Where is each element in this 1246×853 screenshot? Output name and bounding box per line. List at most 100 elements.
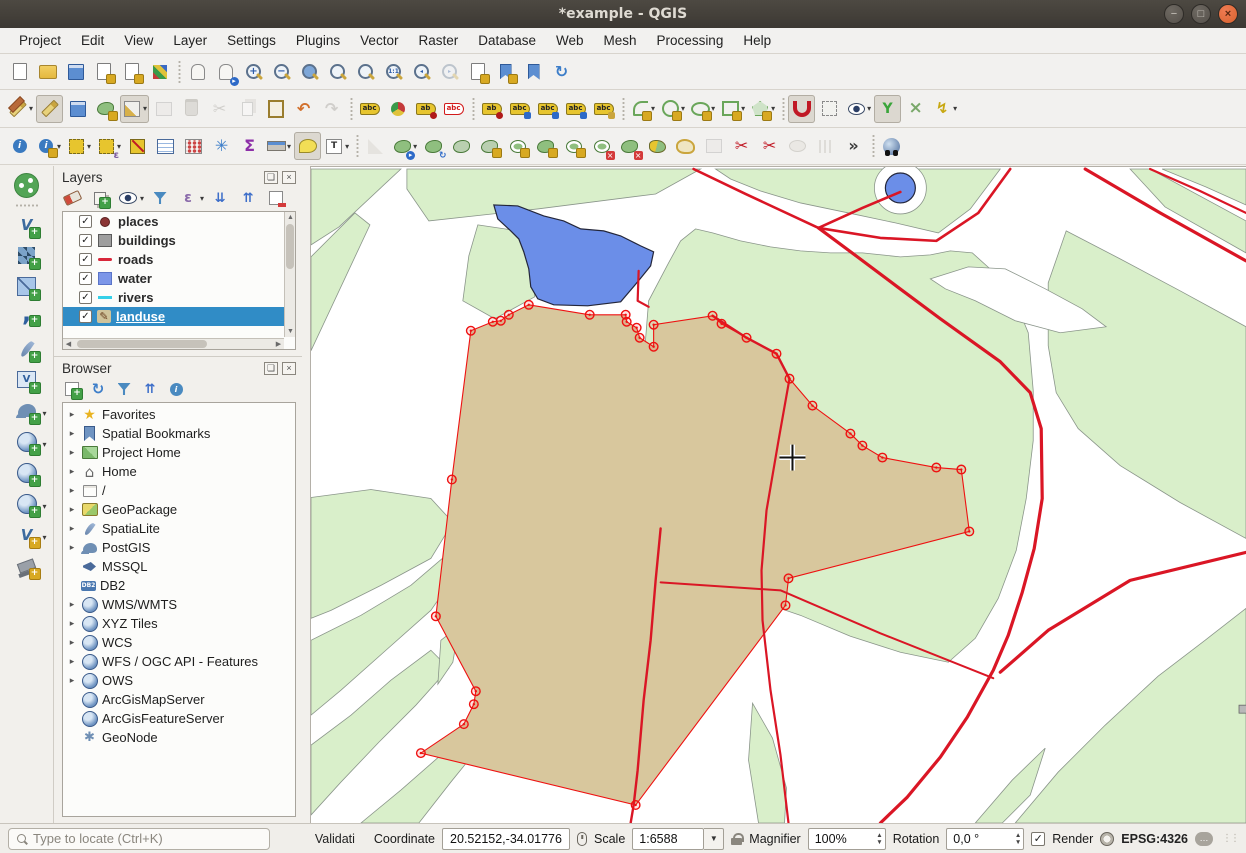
menu-help[interactable]: Help bbox=[734, 30, 780, 51]
change-label-properties-button[interactable]: abc bbox=[590, 95, 617, 123]
show-layout-manager-button[interactable] bbox=[118, 58, 145, 86]
browser-item-project-home[interactable]: ▸ Project Home bbox=[63, 443, 295, 462]
field-calculator-button[interactable] bbox=[180, 132, 207, 160]
open-layer-styling-button[interactable] bbox=[62, 189, 82, 207]
coordinate-input[interactable]: 20.52152,-34.01776 bbox=[442, 828, 570, 850]
add-circle-button[interactable]: ▾ bbox=[658, 95, 687, 123]
menu-processing[interactable]: Processing bbox=[648, 30, 733, 51]
fill-ring-button[interactable] bbox=[560, 132, 587, 160]
zoom-full-button[interactable] bbox=[296, 58, 323, 86]
text-annotation-button[interactable]: ▾ bbox=[322, 132, 351, 160]
browser-item-arcgisfeatureserver[interactable]: ArcGisFeatureServer bbox=[63, 709, 295, 728]
layer-labeling-button[interactable]: abc bbox=[356, 95, 383, 123]
collapse-all-browser-button[interactable]: ⇈ bbox=[140, 380, 160, 398]
refresh-browser-button[interactable]: ↻ bbox=[88, 380, 108, 398]
menu-view[interactable]: View bbox=[115, 30, 162, 51]
browser-item-spatial-bookmarks[interactable]: ▸ Spatial Bookmarks bbox=[63, 424, 295, 443]
scroll-right-icon[interactable]: ▶ bbox=[273, 339, 284, 350]
add-vector-layer-button[interactable]: V bbox=[5, 209, 49, 240]
expand-arrow-icon[interactable]: ▸ bbox=[67, 447, 77, 458]
expand-arrow-icon[interactable]: ▸ bbox=[67, 542, 77, 553]
copy-features-button[interactable] bbox=[234, 95, 261, 123]
menu-database[interactable]: Database bbox=[469, 30, 545, 51]
expand-arrow-icon[interactable]: ▸ bbox=[67, 428, 77, 439]
scale-input[interactable]: 1:6588 bbox=[632, 828, 704, 850]
scrollbar-thumb[interactable] bbox=[77, 340, 207, 348]
add-wcs-layer-button[interactable] bbox=[5, 457, 49, 488]
spin-arrows-icon[interactable]: ▲▼ bbox=[1015, 830, 1021, 848]
map-svg[interactable] bbox=[311, 167, 1246, 823]
close-button[interactable]: × bbox=[1218, 4, 1238, 24]
expand-arrow-icon[interactable]: ▸ bbox=[67, 466, 77, 477]
split-parts-button[interactable]: ✂ bbox=[756, 132, 783, 160]
menu-layer[interactable]: Layer bbox=[164, 30, 216, 51]
manage-map-themes-button[interactable] bbox=[118, 189, 138, 207]
add-rectangle-button[interactable]: ▾ bbox=[718, 95, 747, 123]
copy-move-feature-button[interactable] bbox=[448, 132, 475, 160]
toolbar-overflow-button[interactable]: » bbox=[840, 132, 867, 160]
cad-tools-button[interactable] bbox=[362, 132, 389, 160]
pan-to-selection-button[interactable] bbox=[212, 58, 239, 86]
move-label-diagram-button[interactable]: abc bbox=[534, 95, 561, 123]
menu-mesh[interactable]: Mesh bbox=[595, 30, 646, 51]
layers-vertical-scrollbar[interactable]: ▲ ▼ bbox=[284, 212, 295, 337]
highlight-pinned-labels-button[interactable]: abc bbox=[440, 95, 467, 123]
expand-arrow-icon[interactable]: ▸ bbox=[67, 618, 77, 629]
browser-item-postgis[interactable]: ▸ PostGIS bbox=[63, 538, 295, 557]
add-spatialite-layer-button[interactable] bbox=[5, 333, 49, 364]
lock-scale-icon[interactable] bbox=[731, 833, 742, 845]
show-spatial-bookmarks-button[interactable] bbox=[520, 58, 547, 86]
browser-item-arcgismapserver[interactable]: ArcGisMapServer bbox=[63, 690, 295, 709]
mouse-coordinate-icon[interactable] bbox=[577, 832, 587, 846]
zoom-native-resolution-button[interactable]: 1:1 bbox=[380, 58, 407, 86]
run-feature-action-button[interactable]: ▾ bbox=[34, 132, 63, 160]
browser-item-wfs-ogc-api[interactable]: ▸ WFS / OGC API - Features bbox=[63, 652, 295, 671]
layer-row-rivers[interactable]: ✓ rivers bbox=[63, 288, 295, 307]
new-print-layout-button[interactable] bbox=[90, 58, 117, 86]
messages-icon[interactable]: … bbox=[1195, 832, 1213, 846]
deselect-all-button[interactable] bbox=[124, 132, 151, 160]
split-features-button[interactable]: ✂ bbox=[728, 132, 755, 160]
zoom-in-button[interactable]: + bbox=[240, 58, 267, 86]
save-layer-edits-button[interactable] bbox=[64, 95, 91, 123]
map-canvas[interactable] bbox=[310, 166, 1246, 823]
zoom-next-button[interactable]: ▸ bbox=[436, 58, 463, 86]
zoom-out-button[interactable]: − bbox=[268, 58, 295, 86]
vertex-tool-button[interactable]: ▾ bbox=[120, 95, 149, 123]
close-panel-icon[interactable]: × bbox=[282, 362, 296, 375]
new-project-button[interactable] bbox=[6, 58, 33, 86]
add-vector-tile-layer-button[interactable]: V▾ bbox=[5, 519, 49, 550]
align-features-button[interactable] bbox=[812, 132, 839, 160]
map-tips-button[interactable] bbox=[294, 132, 321, 160]
snap-on-intersection-button[interactable]: ↯▾ bbox=[930, 95, 959, 123]
locator-search-input[interactable]: Type to locate (Ctrl+K) bbox=[8, 828, 270, 850]
browser-item-wms-wmts[interactable]: ▸ WMS/WMTS bbox=[63, 595, 295, 614]
refresh-map-button[interactable]: ↻ bbox=[548, 58, 575, 86]
expand-arrow-icon[interactable]: ▸ bbox=[67, 599, 77, 610]
render-checkbox[interactable]: ✓ bbox=[1031, 832, 1045, 846]
style-manager-button[interactable] bbox=[146, 58, 173, 86]
add-wfs-layer-button[interactable]: ▾ bbox=[5, 488, 49, 519]
data-source-manager-button[interactable] bbox=[5, 170, 49, 201]
menu-settings[interactable]: Settings bbox=[218, 30, 285, 51]
select-features-button[interactable]: ▾ bbox=[64, 132, 93, 160]
select-by-expression-button[interactable]: ▾ bbox=[94, 132, 123, 160]
add-delimited-text-layer-button[interactable]: , bbox=[5, 302, 49, 333]
expand-arrow-icon[interactable]: ▸ bbox=[67, 485, 77, 496]
add-regular-polygon-button[interactable]: ▾ bbox=[748, 95, 777, 123]
browser-item-root[interactable]: ▸ / bbox=[63, 481, 295, 500]
avoid-overlap-button[interactable]: × bbox=[902, 95, 929, 123]
delete-ring-button[interactable] bbox=[588, 132, 615, 160]
add-wms-layer-button[interactable]: ▾ bbox=[5, 426, 49, 457]
browser-item-ows[interactable]: ▸ OWS bbox=[63, 671, 295, 690]
add-mesh-layer-button[interactable] bbox=[5, 271, 49, 302]
menu-raster[interactable]: Raster bbox=[409, 30, 467, 51]
paste-features-button[interactable] bbox=[262, 95, 289, 123]
browser-properties-button[interactable] bbox=[166, 380, 186, 398]
layer-visibility-checkbox[interactable]: ✓ bbox=[79, 234, 92, 247]
magnifier-spinbox[interactable]: 100%▲▼ bbox=[808, 828, 886, 850]
measure-button[interactable]: ▾ bbox=[264, 132, 293, 160]
cut-features-button[interactable]: ✂ bbox=[206, 95, 233, 123]
scroll-down-icon[interactable]: ▼ bbox=[285, 326, 296, 337]
save-project-button[interactable] bbox=[62, 58, 89, 86]
